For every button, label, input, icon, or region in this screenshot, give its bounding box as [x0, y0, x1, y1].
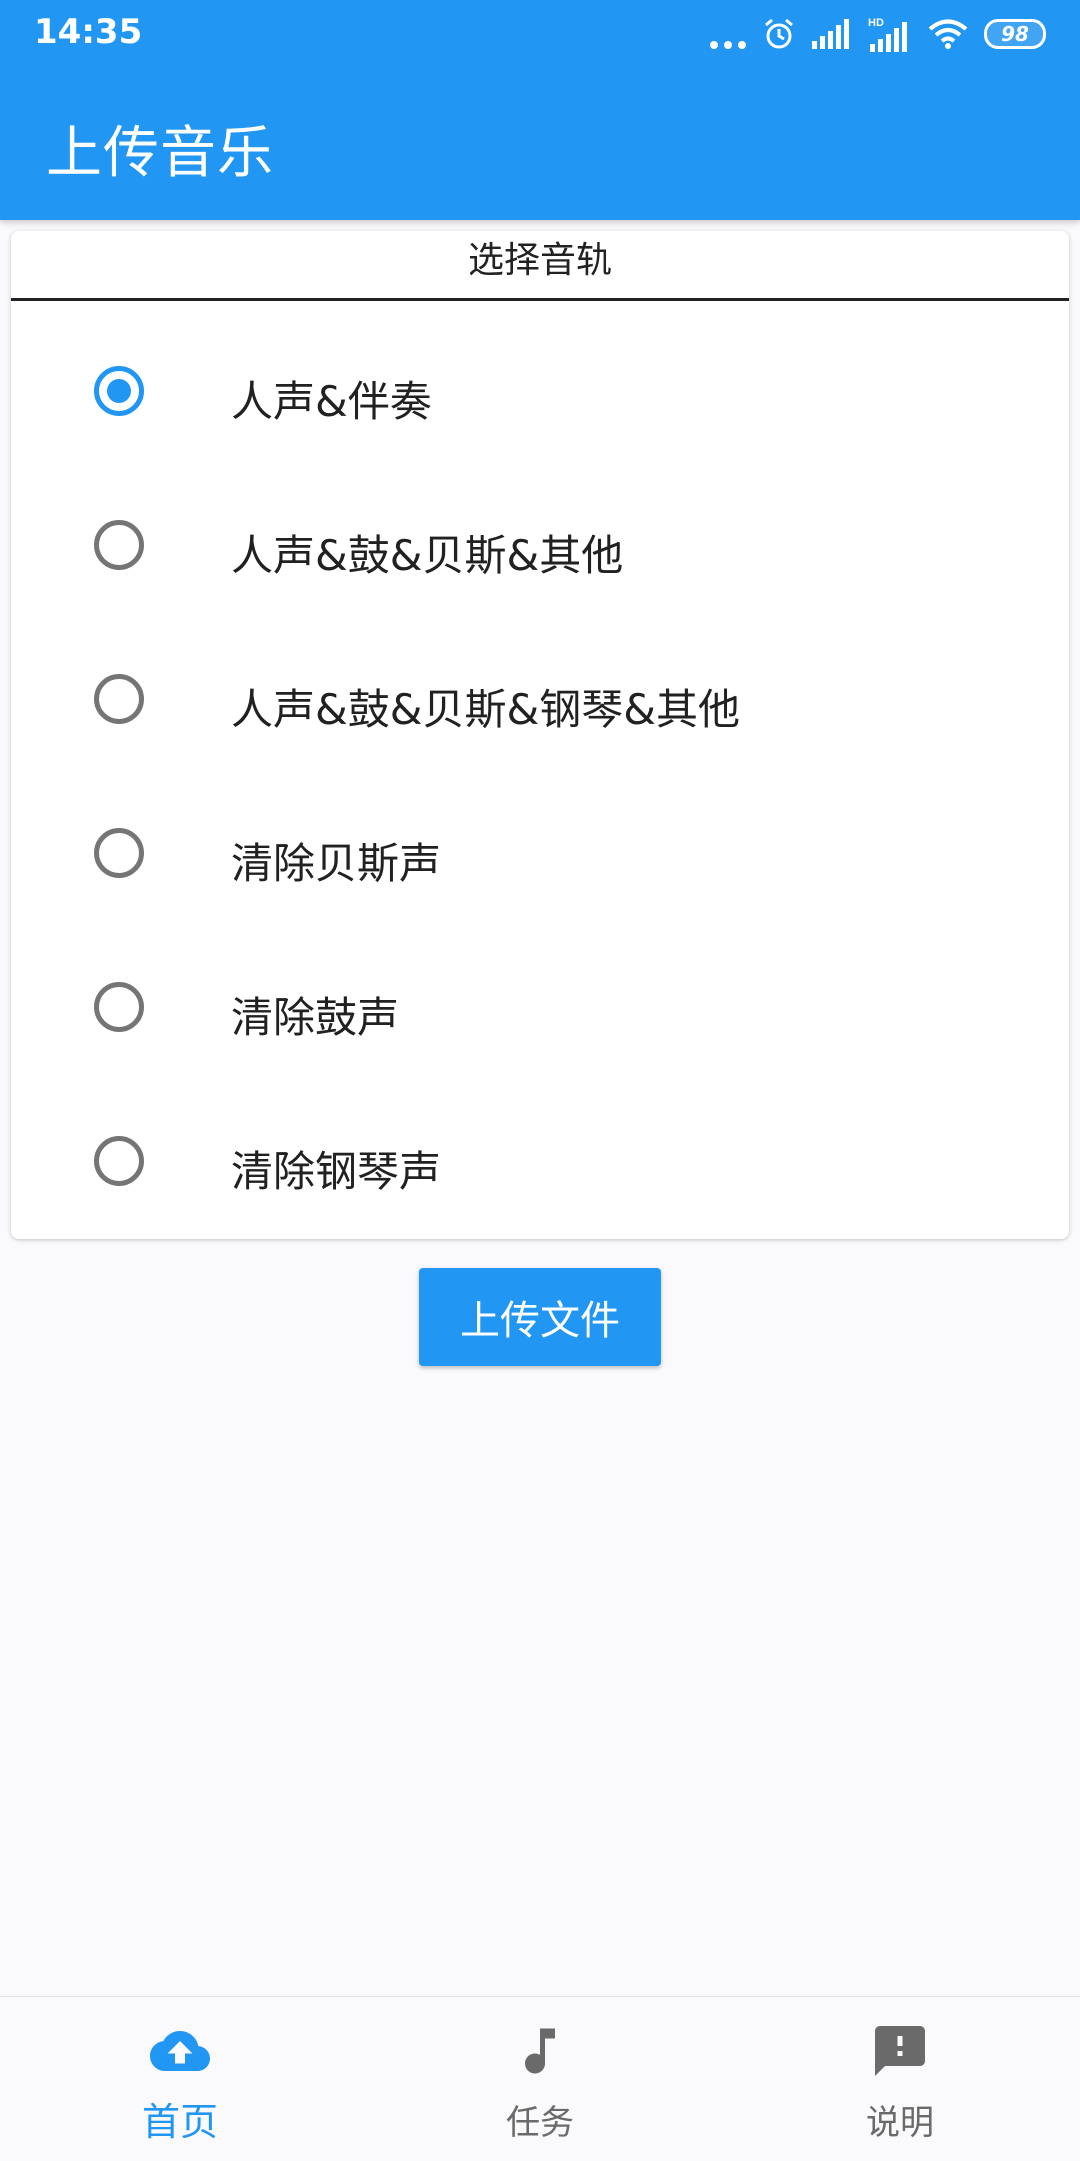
radio-button[interactable]	[94, 982, 144, 1032]
status-icons: HD 98	[710, 14, 1046, 54]
track-option-label: 人声&伴奏	[231, 377, 432, 426]
nav-label-instructions: 说明	[866, 2103, 934, 2143]
nav-label-home: 首页	[141, 2100, 218, 2144]
track-option-label: 人声&鼓&贝斯&钢琴&其他	[231, 685, 741, 734]
signal-icon	[812, 19, 849, 49]
app-bar: 14:35 HD 98 上传音乐	[0, 0, 1080, 220]
track-option-vocals-accompaniment[interactable]: 人声&伴奏	[11, 316, 1069, 466]
track-option-label: 清除贝斯声	[231, 839, 442, 888]
upload-file-button[interactable]: 上传文件	[419, 1268, 661, 1366]
track-option-vocals-drums-bass-piano-other[interactable]: 人声&鼓&贝斯&钢琴&其他	[11, 624, 1069, 774]
radio-button-checked[interactable]	[94, 366, 144, 416]
track-option-remove-drums[interactable]: 清除鼓声	[11, 932, 1069, 1082]
track-option-remove-piano[interactable]: 清除钢琴声	[11, 1086, 1069, 1236]
status-time: 14:35	[34, 12, 143, 52]
svg-text:HD: HD	[868, 17, 884, 29]
radio-button[interactable]	[94, 674, 144, 724]
radio-button[interactable]	[94, 1136, 144, 1186]
signal-hd-icon: HD	[868, 17, 907, 52]
nav-label-tasks: 任务	[506, 2103, 574, 2143]
track-option-remove-bass[interactable]: 清除贝斯声	[11, 778, 1069, 928]
alarm-icon	[765, 18, 793, 49]
music-note-icon	[525, 2028, 555, 2074]
track-option-label: 人声&鼓&贝斯&其他	[231, 531, 624, 580]
radio-button[interactable]	[94, 520, 144, 570]
track-option-label: 清除钢琴声	[231, 1147, 442, 1196]
status-bar: 14:35 HD 98	[0, 0, 1080, 68]
track-option-vocals-drums-bass-other[interactable]: 人声&鼓&贝斯&其他	[11, 470, 1069, 620]
cloud-upload-icon	[150, 2031, 210, 2071]
nav-item-home[interactable]: 首页	[0, 1997, 360, 2161]
nav-item-tasks[interactable]: 任务	[360, 1997, 720, 2161]
page-title: 上传音乐	[46, 121, 274, 186]
track-selection-header: 选择音轨	[11, 231, 1069, 301]
feedback-icon	[875, 2026, 925, 2076]
nav-item-instructions[interactable]: 说明	[720, 1997, 1080, 2161]
track-option-label: 清除鼓声	[231, 993, 400, 1042]
battery-indicator: 98	[984, 19, 1046, 49]
track-selection-card: 选择音轨 人声&伴奏 人声&鼓&贝斯&其他 人声&鼓&贝斯&钢琴&其他 清除贝斯…	[11, 231, 1069, 1239]
bottom-navigation: 首页 任务 说明	[0, 1996, 1080, 2161]
radio-button[interactable]	[94, 828, 144, 878]
wifi-icon	[928, 19, 968, 49]
more-notifications-icon	[710, 19, 746, 49]
